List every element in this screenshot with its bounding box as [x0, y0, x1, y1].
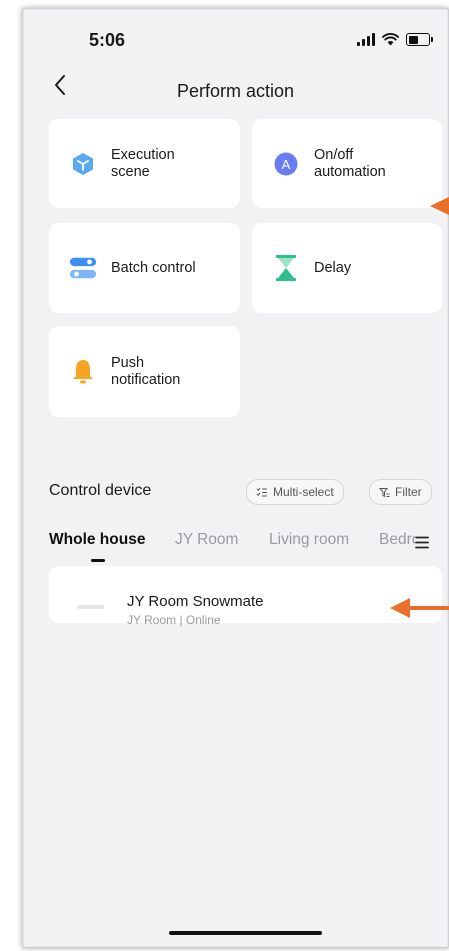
air-conditioner-icon [77, 605, 104, 609]
signal-icon [357, 33, 375, 46]
section-title: Control device [49, 482, 152, 499]
annotation-arrow-icon [430, 197, 449, 215]
status-bar: 5:06 [23, 9, 448, 67]
tab-jy-room[interactable]: JY Room [175, 531, 238, 549]
room-tabs-scroll: Whole house JY Room Living room Bedrc [23, 523, 415, 563]
phone-screen: 5:06 Perform action Execution scene A On… [22, 8, 449, 948]
action-label: Push notification [111, 354, 181, 388]
svg-text:A: A [282, 157, 291, 172]
multi-select-icon [256, 487, 267, 496]
page-title: Perform action [176, 81, 295, 101]
action-card-delay[interactable]: Delay [252, 223, 442, 313]
action-label: Execution scene [111, 146, 175, 180]
tab-living-room[interactable]: Living room [269, 531, 349, 549]
status-time: 5:06 [89, 30, 126, 50]
home-indicator[interactable] [169, 931, 322, 935]
action-card-push-notification[interactable]: Push notification [49, 326, 240, 417]
execution-scene-icon [69, 150, 97, 178]
filter-button[interactable]: Filter [369, 479, 432, 505]
battery-icon [406, 33, 433, 46]
action-card-batch-control[interactable]: Batch control [49, 223, 240, 313]
hourglass-icon [272, 254, 300, 282]
multi-select-label: Multi-select [273, 485, 334, 499]
action-label: Delay [314, 259, 352, 276]
action-card-automation[interactable]: A On/off automation [252, 119, 442, 208]
wifi-icon [382, 33, 399, 46]
filter-label: Filter [395, 485, 422, 499]
room-tabs: Whole house JY Room Living room Bedrc [23, 523, 448, 563]
control-device-header: Control device Multi-select Filter [23, 475, 448, 505]
menu-icon[interactable] [410, 530, 434, 554]
nav-bar: Perform action [23, 71, 448, 111]
device-status: JY Room | Online [127, 613, 221, 627]
action-card-execution-scene[interactable]: Execution scene [49, 119, 240, 208]
device-card[interactable]: JY Room Snowmate JY Room | Online [49, 566, 442, 627]
status-indicators [357, 33, 433, 46]
filter-icon [379, 487, 390, 497]
tab-whole-house[interactable]: Whole house [49, 531, 145, 549]
device-name: JY Room Snowmate [127, 593, 264, 610]
annotation-arrow-icon [390, 598, 449, 618]
active-tab-indicator [91, 559, 105, 562]
automation-icon: A [272, 150, 300, 178]
batch-control-icon [69, 254, 97, 282]
action-label: On/off automation [314, 146, 386, 180]
action-label: Batch control [111, 259, 196, 276]
bell-icon [69, 358, 97, 386]
multi-select-button[interactable]: Multi-select [246, 479, 344, 505]
